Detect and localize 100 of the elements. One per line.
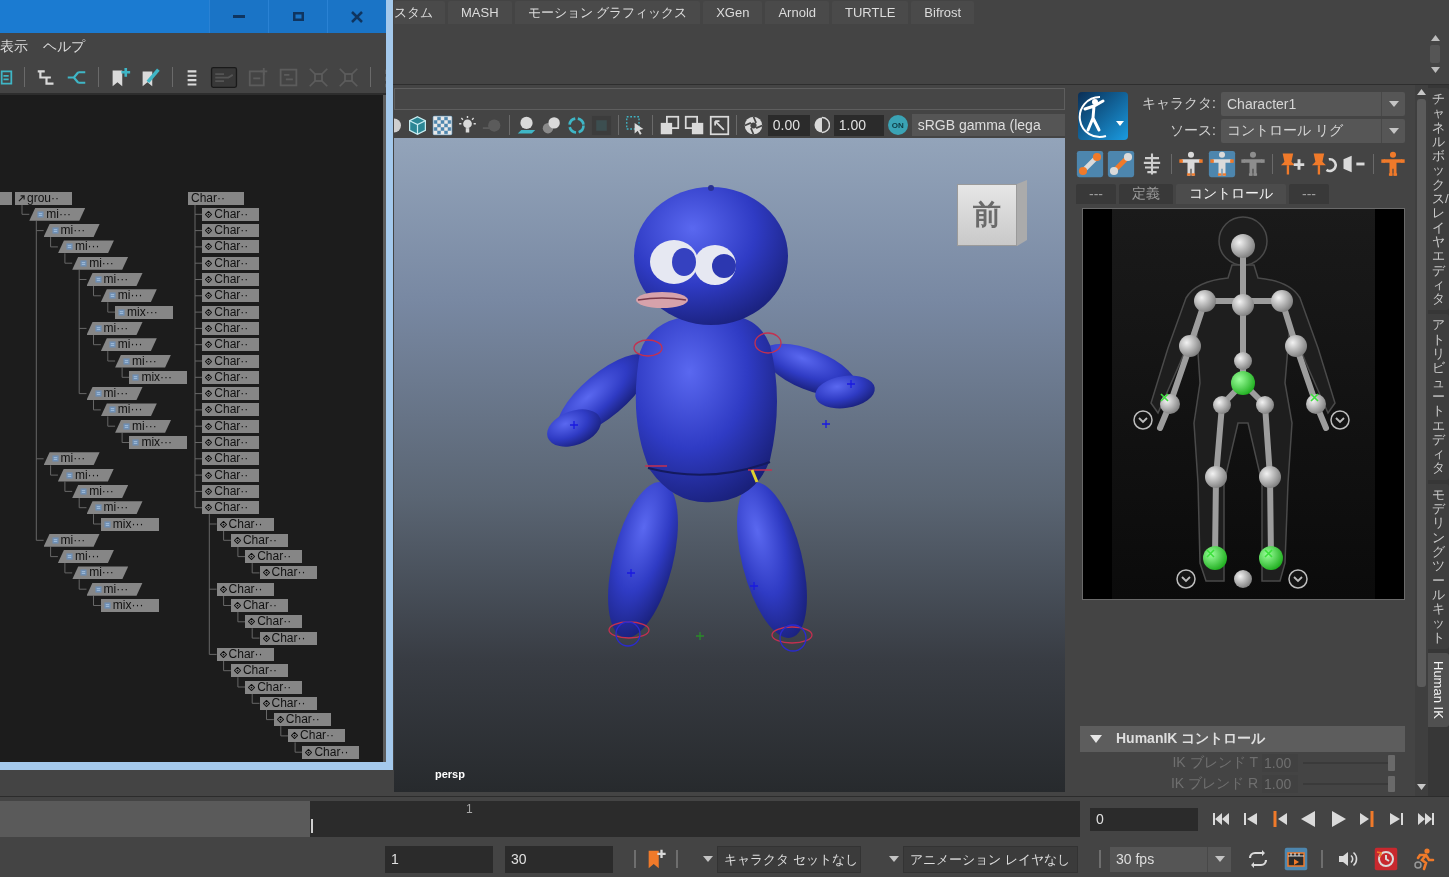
graph-node[interactable]: mi··· [86,582,143,596]
chevron-down-icon[interactable] [1288,569,1308,589]
arrow-box-icon[interactable] [708,114,730,136]
graph-node[interactable]: mi··· [115,354,172,368]
graph-node[interactable]: mix··· [129,370,188,384]
graph-node[interactable]: mi··· [72,566,129,580]
character-dropdown[interactable]: Character1 [1221,92,1405,116]
graph-node[interactable]: Char·· [259,696,317,710]
graph-node[interactable]: mi··· [100,338,157,352]
checker-icon[interactable] [431,114,453,136]
graph-node[interactable]: Char·· [273,713,331,727]
graph-node[interactable]: Char·· [245,615,303,629]
graph-node[interactable]: mi··· [86,321,143,335]
graph-node[interactable]: mi··· [100,289,157,303]
graph-node[interactable]: mi··· [72,484,129,498]
graph-node[interactable]: Char·· [230,533,288,547]
figure-icon[interactable] [1177,150,1205,178]
graph-node[interactable]: Char·· [202,321,260,335]
graph-node[interactable]: Char·· [259,631,317,645]
graph-node[interactable]: Char·· [245,550,303,564]
graph-node[interactable]: Char·· [202,501,260,515]
scroll-up-icon[interactable] [1417,89,1426,95]
graph-node[interactable]: mix··· [115,305,174,319]
caret-down-icon[interactable] [889,856,899,862]
graph-node[interactable]: Char·· [202,419,260,433]
squares-icon[interactable] [683,114,705,136]
graph-node[interactable]: mi··· [57,550,114,564]
chevron-down-icon[interactable] [1133,410,1153,430]
select-icon[interactable] [624,114,646,136]
graph-node[interactable]: mi··· [29,207,86,221]
caret-down-icon[interactable] [703,856,713,862]
graph-node[interactable]: Char·· [230,599,288,612]
graph-node[interactable]: Char·· [259,566,317,580]
graph-node[interactable]: mix··· [100,599,159,612]
panel-tab[interactable]: --- [1289,184,1329,204]
squares-icon[interactable] [658,114,680,136]
graph-node[interactable]: Char·· [202,289,260,303]
end-frame-field[interactable]: 30 [505,845,613,873]
shelf-tab[interactable]: Bifrost [911,1,975,24]
film-icon[interactable] [1283,847,1309,871]
color-management-button[interactable]: ON [887,115,908,135]
exposure-field[interactable]: 0.00 [767,114,810,136]
graph-node[interactable]: grou·· [15,191,72,205]
graph-node[interactable]: mi··· [86,273,143,286]
aperture-icon[interactable] [742,114,764,136]
shelf-tab[interactable]: MASH [448,1,512,24]
time-slider[interactable]: 1 [310,801,1080,837]
graph-node[interactable]: Char·· [188,191,244,205]
figure-logo-icon[interactable] [1078,92,1128,140]
side-tab[interactable]: Human IK [1428,653,1449,727]
gamma-field[interactable]: 1.00 [833,114,884,136]
cube-icon[interactable] [406,114,428,136]
graph-node[interactable]: Char·· [202,224,260,238]
graph-node[interactable]: Char·· [202,370,260,384]
graph-node[interactable]: Char·· [202,338,260,352]
graph-node[interactable]: mi··· [72,256,129,270]
chevron-down-icon[interactable] [1176,569,1196,589]
graph-node[interactable]: mi··· [43,224,100,238]
graph-node[interactable]: Char·· [202,403,260,417]
panel-tab[interactable]: 定義 [1119,184,1173,204]
side-tab[interactable]: モデリングツールキット [1428,483,1449,649]
graph-node[interactable]: Char·· [216,517,274,531]
graph-node[interactable]: mi··· [43,452,100,466]
graph-node[interactable]: Char·· [202,387,260,401]
bulb-icon[interactable] [456,114,478,136]
graph-node[interactable]: Char·· [202,207,260,221]
scroll-down-icon[interactable] [1417,784,1426,790]
graph-node[interactable]: Char·· [202,484,260,498]
animation-layer-field[interactable]: アニメーション レイヤなし [903,845,1078,873]
current-frame-field[interactable]: 0 [1090,807,1198,831]
scroll-up-icon[interactable] [1430,35,1440,41]
panel-tab[interactable]: --- [1076,184,1116,204]
bookmark-edit-icon[interactable] [140,66,161,88]
graph-node[interactable]: Char·· [216,647,274,661]
section-header[interactable]: HumanIK コントロール [1080,726,1405,752]
graph-node[interactable]: mi··· [57,468,114,482]
figure-icon[interactable] [1208,150,1236,178]
start-frame-field[interactable]: 1 [385,845,493,873]
graph-node[interactable]: mi··· [43,533,100,547]
graph-node[interactable]: Char·· [288,729,346,743]
menu-item[interactable]: ヘルプ [43,38,85,56]
source-dropdown[interactable]: コントロール リグ [1221,119,1405,143]
graph-node[interactable]: Char·· [245,680,303,694]
graph-node[interactable]: mi··· [100,403,157,417]
clock-icon[interactable] [1373,847,1399,871]
graph-node[interactable]: mi··· [115,419,172,433]
graph-node[interactable] [0,191,12,205]
graph-node[interactable]: Char·· [202,468,260,482]
side-tab[interactable]: チャネルボックス/レイヤエディタ [1428,88,1449,311]
graph-node[interactable]: Char·· [202,256,260,270]
graph-node[interactable]: mix··· [129,436,188,449]
panel-scrollbar[interactable] [1415,85,1428,796]
graph-node[interactable]: mi··· [57,240,114,254]
graph-node[interactable]: Char·· [202,452,260,466]
panel-tab[interactable]: コントロール [1176,184,1286,204]
shelf-tab[interactable]: モーション グラフィックス [514,1,701,24]
figure-icon[interactable] [1379,150,1407,178]
shelf-tab[interactable]: XGen [703,1,763,24]
bookmark-add-icon[interactable] [110,66,131,88]
bone-icon[interactable] [1107,150,1135,178]
